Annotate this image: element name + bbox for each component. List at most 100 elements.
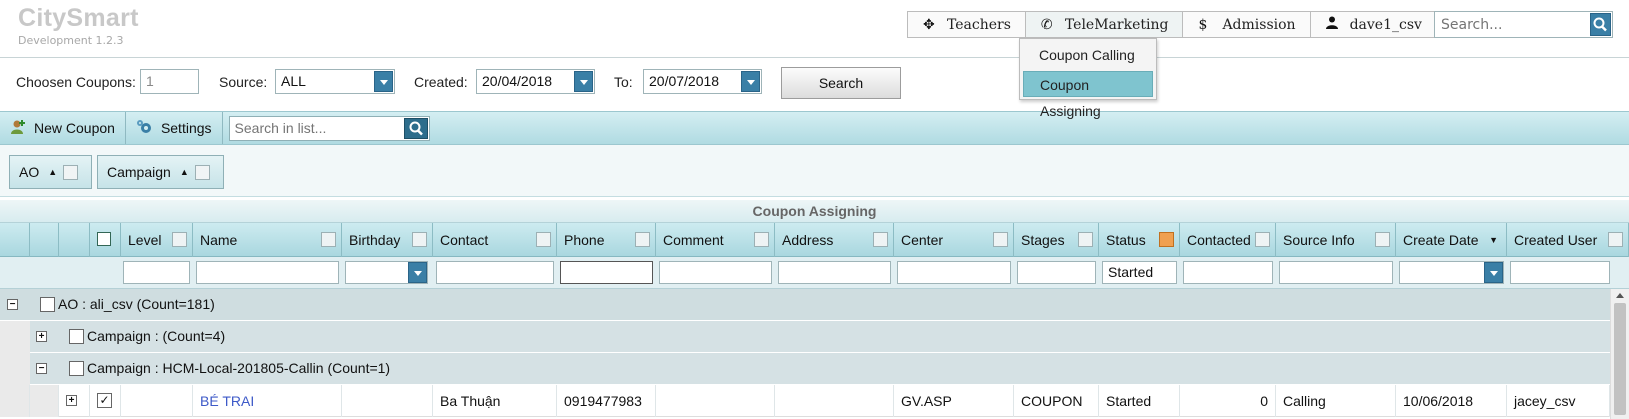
column-menu-icon[interactable] xyxy=(754,232,769,247)
column-menu-icon[interactable] xyxy=(321,232,336,247)
header-contact[interactable]: Contact xyxy=(433,223,557,257)
group-row-campaign[interactable]: + Campaign : (Count=4) xyxy=(0,321,1610,353)
header-level[interactable]: Level xyxy=(121,223,193,257)
group-chip-ao[interactable]: AO ▲ xyxy=(9,155,92,189)
chevron-down-icon[interactable] xyxy=(408,262,427,283)
source-select[interactable]: ALL xyxy=(275,69,395,94)
created-date-picker[interactable]: 20/04/2018 xyxy=(476,69,595,94)
filter-create-date[interactable] xyxy=(1399,261,1504,284)
group-checkbox[interactable] xyxy=(40,297,55,312)
group-menu-icon[interactable] xyxy=(63,164,79,180)
header-label: Name xyxy=(200,232,238,248)
sort-up-icon[interactable]: ▲ xyxy=(180,167,189,177)
header-birthday[interactable]: Birthday xyxy=(342,223,433,257)
group-menu-icon[interactable] xyxy=(194,164,210,180)
header-contacted[interactable]: Contacted xyxy=(1180,223,1276,257)
to-date-picker[interactable]: 20/07/2018 xyxy=(643,69,762,94)
header-name[interactable]: Name xyxy=(193,223,342,257)
header-source-info[interactable]: Source Info xyxy=(1276,223,1396,257)
expand-icon[interactable]: + xyxy=(36,331,47,342)
column-menu-icon[interactable] xyxy=(536,232,551,247)
header-address[interactable]: Address xyxy=(775,223,894,257)
header-label: Create Date xyxy=(1403,232,1479,248)
header-stages[interactable]: Stages xyxy=(1014,223,1099,257)
row-checkbox[interactable]: ✓ xyxy=(97,393,112,408)
nav-admission[interactable]: $ Admission xyxy=(1183,12,1311,37)
cell-created-user: jacey_csv xyxy=(1507,385,1610,417)
column-menu-icon[interactable] xyxy=(873,232,888,247)
scroll-up-icon[interactable] xyxy=(1616,293,1624,298)
column-menu-icon[interactable] xyxy=(1078,232,1093,247)
header-center[interactable]: Center xyxy=(894,223,1014,257)
new-coupon-button[interactable]: New Coupon xyxy=(0,112,126,144)
filter-center[interactable] xyxy=(897,261,1011,284)
collapse-icon[interactable]: − xyxy=(36,363,47,374)
settings-button[interactable]: Settings xyxy=(126,112,223,144)
phone-icon: ✆ xyxy=(1040,16,1053,33)
filter-source-info[interactable] xyxy=(1279,261,1393,284)
top-search-input[interactable] xyxy=(1435,12,1585,37)
group-row-ao[interactable]: − AO : ali_csv (Count=181) xyxy=(0,289,1610,321)
filter-level[interactable] xyxy=(123,261,190,284)
scroll-thumb[interactable] xyxy=(1614,303,1626,415)
header-select-all[interactable] xyxy=(90,223,121,257)
filter-contact[interactable] xyxy=(436,261,554,284)
select-all-checkbox[interactable] xyxy=(97,232,111,246)
header-created-user[interactable]: Created User xyxy=(1507,223,1629,257)
list-search-input[interactable] xyxy=(229,116,400,140)
filter-birthday[interactable] xyxy=(345,261,428,284)
group-checkbox[interactable] xyxy=(69,329,84,344)
filter-contacted[interactable] xyxy=(1183,261,1273,284)
row-select-cell[interactable]: ✓ xyxy=(90,385,121,417)
header-phone[interactable]: Phone xyxy=(557,223,656,257)
header-create-date[interactable]: Create Date ▼ xyxy=(1396,223,1507,257)
filter-status[interactable]: Started xyxy=(1102,261,1177,284)
column-menu-icon[interactable] xyxy=(412,232,427,247)
column-menu-icon[interactable] xyxy=(635,232,650,247)
chosen-coupons-field[interactable]: 1 xyxy=(140,69,199,94)
chevron-down-icon[interactable] xyxy=(574,71,593,92)
expand-icon[interactable]: + xyxy=(66,395,77,406)
nav-teachers[interactable]: ✥ Teachers xyxy=(908,12,1026,37)
menu-coupon-assigning[interactable]: Coupon Assigning xyxy=(1023,71,1153,119)
group-row-campaign[interactable]: − Campaign : HCM-Local-201805-Callin (Co… xyxy=(0,353,1610,385)
filter-comment[interactable] xyxy=(659,261,772,284)
header-status[interactable]: Status xyxy=(1099,223,1180,257)
search-icon[interactable] xyxy=(403,117,428,139)
group-chip-campaign[interactable]: Campaign ▲ xyxy=(97,155,224,189)
sort-up-icon[interactable]: ▲ xyxy=(48,167,57,177)
column-menu-icon[interactable] xyxy=(993,232,1008,247)
chevron-down-icon[interactable] xyxy=(741,71,760,92)
column-menu-icon[interactable] xyxy=(172,232,187,247)
group-by-area: AO ▲ Campaign ▲ xyxy=(0,145,1629,197)
nav-telemarketing[interactable]: ✆ TeleMarketing xyxy=(1025,12,1184,37)
filter-stages[interactable] xyxy=(1017,261,1096,284)
column-menu-icon[interactable] xyxy=(1375,232,1390,247)
filter-created-user[interactable] xyxy=(1510,261,1610,284)
header-comment[interactable]: Comment xyxy=(656,223,775,257)
filter-address[interactable] xyxy=(778,261,891,284)
group-checkbox[interactable] xyxy=(69,361,84,376)
header-label: Contacted xyxy=(1187,232,1251,248)
new-coupon-label: New Coupon xyxy=(34,120,115,136)
column-menu-icon[interactable] xyxy=(1608,232,1623,247)
column-menu-icon[interactable] xyxy=(1255,232,1270,247)
row-expand-cell[interactable]: + xyxy=(59,385,90,417)
menu-coupon-calling[interactable]: Coupon Calling xyxy=(1023,42,1153,68)
grid-scrollbar[interactable] xyxy=(1610,289,1629,419)
header-label: Stages xyxy=(1021,232,1065,248)
filter-name[interactable] xyxy=(196,261,339,284)
filter-phone[interactable] xyxy=(560,261,653,284)
filter-active-icon[interactable] xyxy=(1159,232,1174,247)
chevron-down-icon[interactable] xyxy=(1484,262,1503,283)
app-logo[interactable]: CitySmart xyxy=(18,4,139,33)
table-row[interactable]: + ✓ BÉ TRAI Ba Thuận 0919477983 GV.ASP C… xyxy=(0,385,1610,417)
sort-down-icon[interactable]: ▼ xyxy=(1489,223,1498,257)
collapse-icon[interactable]: − xyxy=(7,299,18,310)
chevron-down-icon[interactable] xyxy=(374,71,393,92)
search-icon[interactable] xyxy=(1590,13,1611,36)
cell-name-link[interactable]: BÉ TRAI xyxy=(193,385,342,417)
cell-level xyxy=(121,385,193,417)
nav-user[interactable]: dave1_csv xyxy=(1311,12,1436,37)
search-button[interactable]: Search xyxy=(781,67,901,99)
